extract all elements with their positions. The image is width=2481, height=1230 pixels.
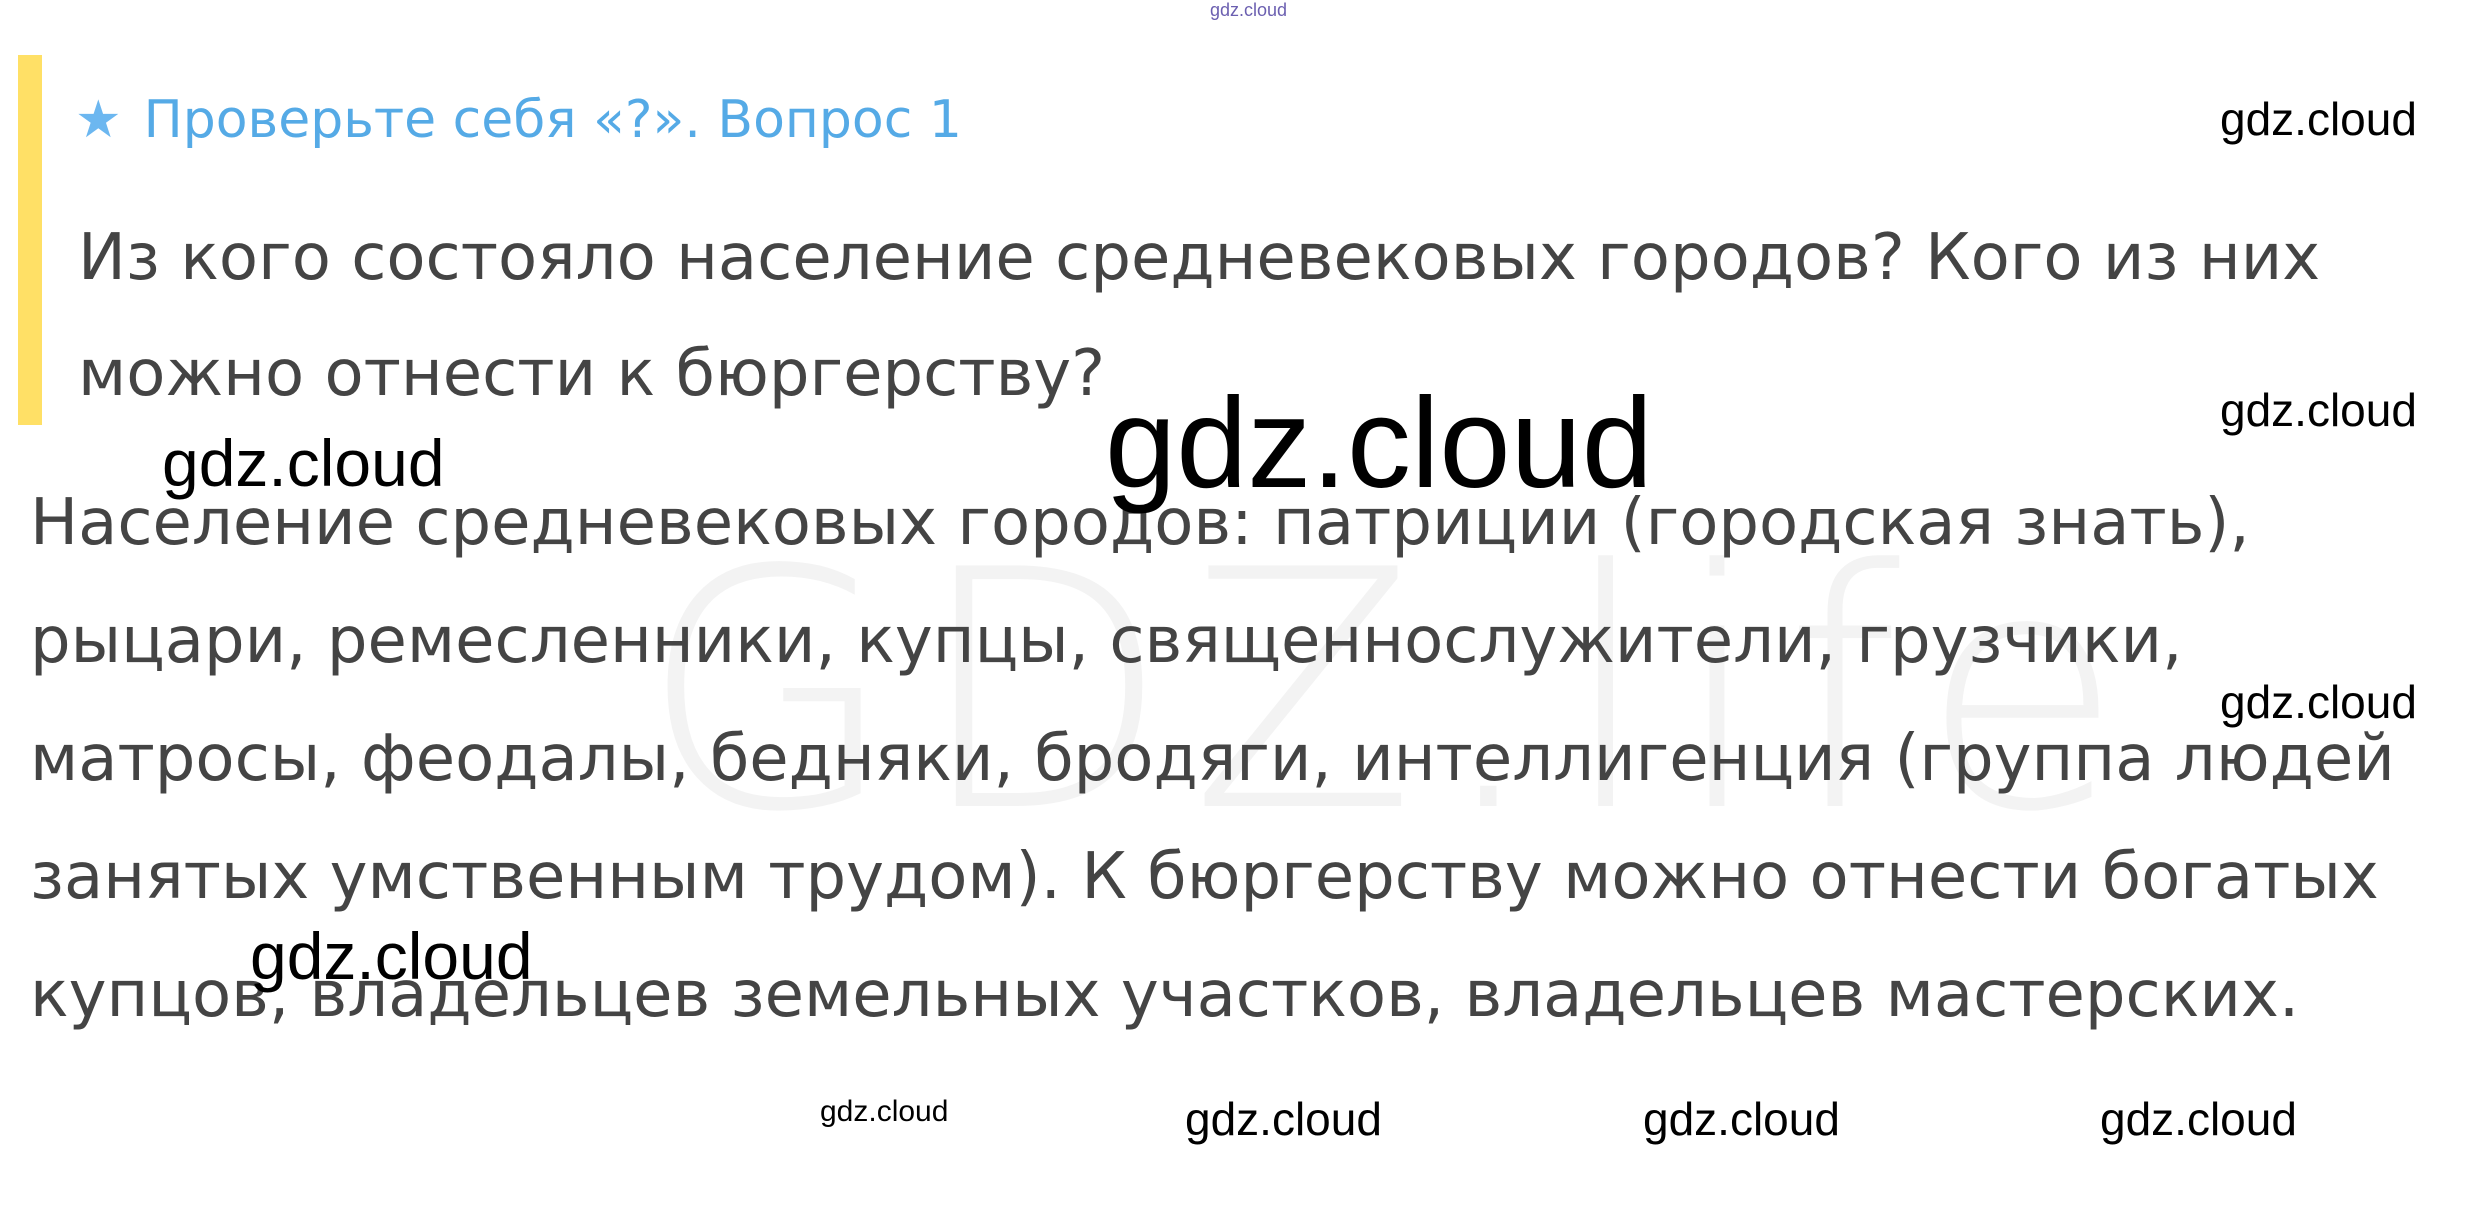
watermark-9: gdz.cloud [1643,1093,1840,1145]
watermark-7: gdz.cloud [820,1095,949,1128]
watermark-6: gdz.cloud [250,919,533,993]
question-title-text: Проверьте себя «?». Вопрос 1 [143,90,962,150]
watermark-8: gdz.cloud [1185,1093,1382,1145]
watermark-2: gdz.cloud [2220,384,2417,436]
watermark-4: gdz.cloud [1105,372,1653,515]
star-icon: ★ [75,90,122,150]
question-accent-bar [18,55,42,425]
watermark-1: gdz.cloud [2220,93,2417,145]
question-title: ★ Проверьте себя «?». Вопрос 1 [75,90,962,150]
watermark-10: gdz.cloud [2100,1093,2297,1145]
watermark-5: gdz.cloud [162,426,445,500]
top-watermark: gdz.cloud [1210,0,1288,20]
watermark-3: gdz.cloud [2220,676,2417,728]
